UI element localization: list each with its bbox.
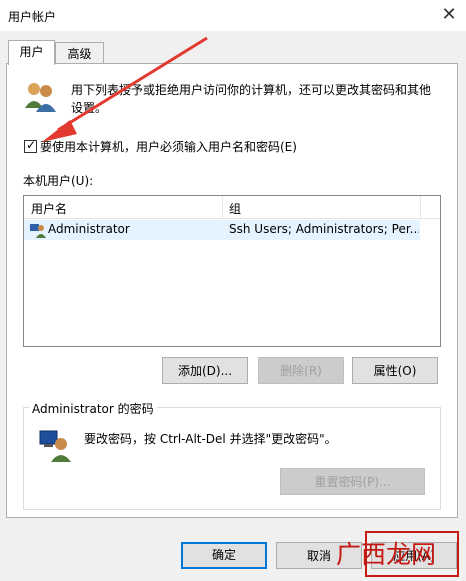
add-button[interactable]: 添加(D)... (162, 357, 248, 384)
column-divider[interactable] (222, 196, 223, 218)
users-list-label: 本机用户(U): (23, 174, 94, 188)
tab-users[interactable]: 用户 (8, 40, 55, 65)
users-icon (25, 83, 56, 112)
require-login-label[interactable]: 要使用本计算机，用户必须输入用户名和密码(E) (40, 138, 297, 155)
remove-button[interactable]: 删除(R) (258, 357, 344, 384)
require-login-checkbox[interactable]: ✓ (24, 138, 37, 153)
reset-password-button[interactable]: 重置密码(P)... (280, 468, 425, 495)
table-header: 用户名 组 (24, 196, 440, 219)
watermark-logo: 广西龙网 (336, 540, 437, 569)
ok-button[interactable]: 确定 (181, 542, 267, 569)
table-row[interactable]: Administrator Ssh Users; Administrators;… (24, 220, 420, 240)
password-user-icon (39, 430, 71, 462)
close-icon[interactable]: ✕ (434, 2, 464, 28)
intro-text-line-2: 设置。 (71, 101, 108, 115)
users-table[interactable]: 用户名 组 Administrator Ssh Users; Administr… (23, 195, 441, 347)
intro-text: 用下列表授予或拒绝用户访问你的计算机，还可以更改其密码和其他 设置。 (71, 81, 441, 117)
title-bar: 用户帐户 ✕ (0, 0, 466, 31)
column-header-group[interactable]: 组 (229, 200, 241, 217)
intro-text-line-1: 用下列表授予或拒绝用户访问你的计算机，还可以更改其密码和其他 (71, 83, 432, 97)
password-instructions: 要改密码，按 Ctrl-Alt-Del 并选择"更改密码"。 (84, 432, 337, 446)
user-icon (30, 224, 46, 238)
password-group-title: Administrator 的密码 (29, 400, 157, 417)
check-icon: ✓ (26, 138, 37, 152)
row-username: Administrator (48, 222, 130, 236)
column-header-username[interactable]: 用户名 (31, 200, 67, 217)
column-divider[interactable] (420, 196, 421, 218)
properties-button[interactable]: 属性(O) (352, 357, 438, 384)
tab-advanced[interactable]: 高级 (55, 42, 104, 65)
window-title: 用户帐户 (8, 10, 57, 24)
row-groups: Ssh Users; Administrators; Per... (229, 222, 419, 236)
